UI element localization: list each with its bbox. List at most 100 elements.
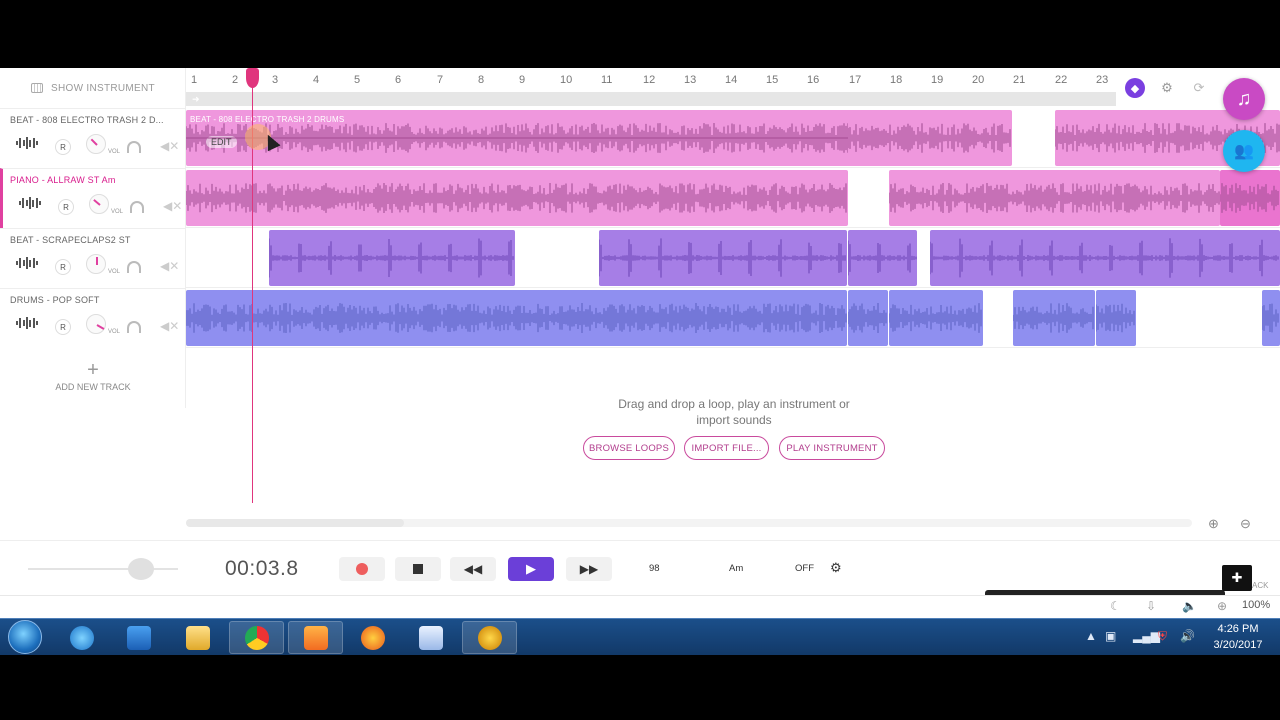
screen: SHOW INSTRUMENT BEAT - 808 ELECTRO TRASH… [0, 0, 1280, 720]
record-button[interactable] [339, 557, 385, 581]
group-icon[interactable]: 👥 [1223, 130, 1265, 172]
key-value[interactable]: Am [729, 563, 743, 574]
security-icon[interactable]: ⛨ [1158, 629, 1167, 644]
mute-icon[interactable]: ◀✕ [160, 139, 179, 153]
play-button[interactable]: ▶ [508, 557, 554, 581]
fast-forward-button[interactable]: ▶▶ [566, 557, 612, 581]
audio-clip[interactable] [848, 230, 917, 286]
ruler-tick: 19 [931, 74, 944, 86]
volume-knob[interactable] [86, 314, 106, 334]
track-lane-1[interactable]: BEAT - 808 ELECTRO TRASH 2 DRUMS EDIT ⟳ [186, 108, 1280, 168]
browse-loops-button[interactable]: BROWSE LOOPS [583, 436, 675, 460]
tray-expand-icon[interactable]: ▲ [1085, 629, 1097, 643]
record-arm-button[interactable]: R [58, 199, 74, 215]
headphones-app-icon[interactable] [462, 621, 517, 654]
settings-gear-icon[interactable]: ⚙ [830, 560, 842, 576]
track-control-3[interactable]: BEAT - SCRAPECLAPS2 ST R VOL ◀✕ [0, 228, 186, 288]
media-player-icon[interactable] [111, 621, 166, 654]
download-icon[interactable]: ⇩ [1146, 599, 1156, 613]
waveform [889, 183, 1220, 213]
loop-region-bar[interactable]: ➜ [186, 92, 1116, 106]
windows-start-icon[interactable] [8, 620, 42, 654]
track-lane-3[interactable] [186, 228, 1280, 288]
volume-knob[interactable] [86, 254, 106, 274]
track-control-1[interactable]: BEAT - 808 ELECTRO TRASH 2 D... R VOL ◀✕ [0, 108, 186, 168]
diamond-icon[interactable]: ◆ [1125, 78, 1145, 98]
record-arm-button[interactable]: R [55, 319, 71, 335]
audio-clip[interactable] [599, 230, 847, 286]
audio-clip[interactable] [186, 170, 848, 226]
zoom-icon[interactable]: ⊕ [1217, 599, 1227, 613]
tempo-value[interactable]: 98 [649, 563, 660, 574]
audio-clip[interactable] [930, 230, 1280, 286]
audio-clip[interactable] [186, 290, 847, 346]
waveform [269, 238, 514, 278]
volume-knob[interactable] [89, 194, 109, 214]
audio-clip[interactable] [269, 230, 515, 286]
horizontal-scrollbar[interactable] [186, 519, 1192, 527]
cut-off-label: ACK [1252, 581, 1269, 590]
volume-knob[interactable] [86, 134, 106, 154]
music-note-icon[interactable]: ♫ [1223, 78, 1265, 120]
master-volume-thumb[interactable] [128, 558, 154, 580]
taskbar-clock[interactable]: 4:26 PM 3/20/2017 [1208, 621, 1268, 653]
empty-state-message: Drag and drop a loop, play an instrument… [604, 396, 864, 428]
file-explorer-icon[interactable] [170, 621, 225, 654]
stop-button[interactable] [395, 557, 441, 581]
add-new-track-button[interactable]: + ADD NEW TRACK [0, 348, 186, 408]
uc-browser-icon[interactable] [288, 621, 343, 654]
audio-clip[interactable] [1096, 290, 1136, 346]
firefox-icon[interactable] [345, 621, 400, 654]
track-control-2[interactable]: PIANO - ALLRAW ST Am R VOL ◀✕ [0, 168, 186, 228]
network-icon[interactable]: ▣ [1105, 629, 1116, 643]
refresh-icon[interactable]: ⟳ [1189, 78, 1209, 98]
track-control-4[interactable]: DRUMS - POP SOFT R VOL ◀✕ [0, 288, 186, 348]
rewind-icon: ◀◀ [463, 562, 483, 576]
show-instrument-button[interactable]: SHOW INSTRUMENT [0, 68, 186, 108]
mute-icon[interactable]: ◀✕ [160, 259, 179, 273]
speaker-icon[interactable]: 🔈 [1182, 599, 1197, 613]
volume-icon[interactable]: 🔊 [1180, 629, 1195, 643]
zoom-in-icon[interactable]: ⊕ [1208, 516, 1219, 532]
headphones-icon[interactable] [127, 141, 141, 153]
import-file-button[interactable]: IMPORT FILE... [684, 436, 769, 460]
metronome-toggle[interactable]: OFF [795, 563, 814, 574]
zoom-out-icon[interactable]: ⊖ [1240, 516, 1251, 532]
audio-clip[interactable] [889, 290, 983, 346]
moon-icon[interactable]: ☾ [1110, 599, 1121, 613]
signal-icon[interactable]: ▂▄▆ [1133, 629, 1160, 643]
track-name: BEAT - 808 ELECTRO TRASH 2 D... [10, 115, 164, 125]
empty-state-line-1: Drag and drop a loop, play an instrument… [618, 397, 850, 411]
browser-status-bar: ☾ ⇩ 🔈 ⊕ 100% [0, 595, 1280, 618]
ruler-tick: 15 [766, 74, 779, 86]
headphones-icon[interactable] [127, 321, 141, 333]
master-volume-slider[interactable] [28, 568, 178, 570]
add-panel-button[interactable]: ✚ [1222, 565, 1252, 591]
record-arm-button[interactable]: R [55, 259, 71, 275]
audio-clip[interactable] [848, 290, 888, 346]
headphones-icon[interactable] [127, 261, 141, 273]
track-lane-4[interactable] [186, 288, 1280, 348]
ruler-tick: 6 [395, 74, 402, 86]
record-arm-button[interactable]: R [55, 139, 71, 155]
daw-app: SHOW INSTRUMENT BEAT - 808 ELECTRO TRASH… [0, 68, 1280, 618]
waveform [1096, 303, 1135, 333]
internet-explorer-icon[interactable] [54, 621, 109, 654]
track-lane-2[interactable] [186, 168, 1280, 228]
word-document-icon[interactable] [403, 621, 458, 654]
audio-clip[interactable] [848, 110, 1012, 166]
zoom-level[interactable]: 100% [1242, 599, 1270, 611]
audio-clip[interactable] [889, 170, 1220, 226]
scrollbar-thumb[interactable] [186, 519, 404, 527]
headphones-icon[interactable] [130, 201, 144, 213]
mute-icon[interactable]: ◀✕ [160, 319, 179, 333]
audio-clip[interactable] [1013, 290, 1095, 346]
play-icon: ▶ [526, 561, 536, 576]
rewind-button[interactable]: ◀◀ [450, 557, 496, 581]
play-instrument-button[interactable]: PLAY INSTRUMENT [779, 436, 885, 460]
gear-icon[interactable]: ⚙ [1157, 78, 1177, 98]
audio-clip[interactable] [1262, 290, 1280, 346]
chrome-icon[interactable] [229, 621, 284, 654]
mute-icon[interactable]: ◀✕ [163, 199, 182, 213]
audio-clip[interactable] [1220, 170, 1280, 226]
